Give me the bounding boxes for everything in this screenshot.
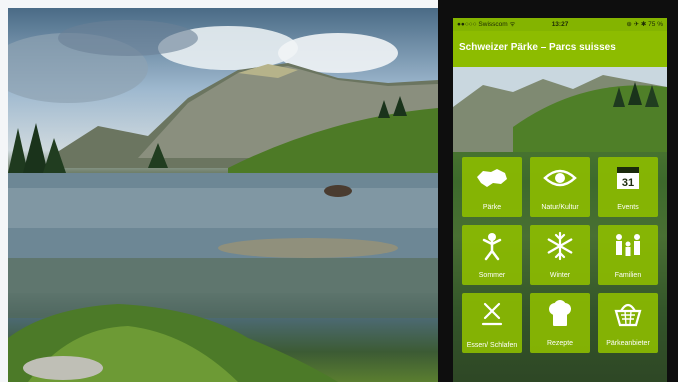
- hero-landscape: [453, 67, 667, 152]
- tile-label: Familien: [614, 272, 642, 279]
- tile-eat-sleep[interactable]: Essen/ Schlafen: [462, 293, 522, 353]
- cutlery-bed-icon: [462, 299, 522, 329]
- tile-winter[interactable]: Winter: [530, 225, 590, 285]
- tile-label: Natur/Kultur: [541, 204, 579, 211]
- landscape-photo: [8, 8, 438, 382]
- tile-label: Winter: [549, 272, 571, 279]
- tile-parks[interactable]: Pärke: [462, 157, 522, 217]
- summer-sun-person-icon: [462, 231, 522, 261]
- tile-label: Pärkeanbieter: [606, 340, 650, 347]
- svg-text:31: 31: [622, 177, 634, 189]
- tile-recipes[interactable]: Rezepte: [530, 293, 590, 353]
- tile-families[interactable]: Familien: [598, 225, 658, 285]
- phone-device: ●●○○○ Swisscom ᯤ 13:27 ⊕ ✈ ✱ 75 % Schwei…: [438, 0, 678, 382]
- chef-hat-icon: [530, 299, 590, 329]
- switzerland-map-icon: [462, 163, 522, 193]
- tile-label: Essen/ Schlafen: [466, 342, 518, 349]
- app-title: Schweizer Pärke – Parcs suisses: [459, 42, 616, 53]
- status-bar: ●●○○○ Swisscom ᯤ 13:27 ⊕ ✈ ✱ 75 %: [453, 18, 667, 31]
- tile-summer[interactable]: Sommer: [462, 225, 522, 285]
- phone-screen: ●●○○○ Swisscom ᯤ 13:27 ⊕ ✈ ✱ 75 % Schwei…: [453, 18, 667, 382]
- tile-label: Events: [617, 204, 639, 211]
- landscape-illustration: [8, 20, 438, 382]
- tile-label: Sommer: [478, 272, 506, 279]
- family-icon: [598, 231, 658, 261]
- battery-status: ⊕ ✈ ✱ 75 %: [626, 21, 663, 28]
- tile-nature-culture[interactable]: Natur/Kultur: [530, 157, 590, 217]
- app-header: Schweizer Pärke – Parcs suisses: [453, 31, 667, 67]
- calendar-icon: 31: [598, 163, 658, 193]
- snowflake-icon: [530, 231, 590, 261]
- tile-label: Pärke: [482, 204, 502, 211]
- tile-label: Rezepte: [546, 340, 574, 347]
- eye-icon: [530, 163, 590, 193]
- promo-image: ●●○○○ Swisscom ᯤ 13:27 ⊕ ✈ ✱ 75 % Schwei…: [0, 0, 678, 382]
- tile-events[interactable]: 31 Events: [598, 157, 658, 217]
- tile-park-providers[interactable]: Pärkeanbieter: [598, 293, 658, 353]
- basket-icon: [598, 299, 658, 329]
